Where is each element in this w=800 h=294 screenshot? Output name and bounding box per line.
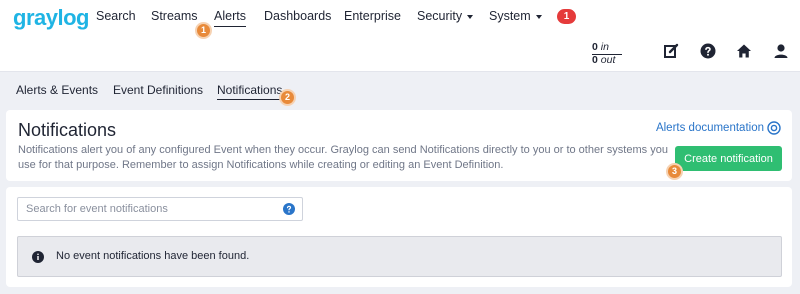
step-marker-3: 3 [666, 163, 683, 180]
home-icon[interactable] [736, 43, 752, 59]
empty-state-alert: No event notifications have been found. [17, 236, 782, 277]
throughput-in-label: in [600, 41, 609, 53]
top-navbar: graylog Search Streams Alerts Dashboards… [0, 0, 800, 72]
page-title: Notifications [18, 120, 117, 140]
nav-item-enterprise[interactable]: Enterprise [344, 9, 401, 23]
chevron-down-icon [535, 14, 542, 19]
subnav-item-alerts-events[interactable]: Alerts & Events [16, 83, 98, 97]
chevron-down-icon [467, 14, 474, 19]
subnav-item-notifications[interactable]: Notifications [217, 83, 283, 100]
subnav-item-event-definitions[interactable]: Event Definitions [113, 83, 203, 97]
step-marker-2: 2 [279, 89, 296, 106]
nav-item-streams[interactable]: Streams [151, 9, 198, 23]
nav-item-search[interactable]: Search [96, 9, 136, 23]
notifications-list-panel: No event notifications have been found. [6, 187, 792, 287]
search-box [17, 197, 303, 221]
throughput-in-value: 0 [592, 41, 598, 53]
help-icon[interactable] [700, 43, 716, 59]
edit-icon[interactable] [663, 43, 679, 59]
graylog-logo[interactable]: graylog [13, 5, 89, 31]
lifebuoy-icon[interactable] [767, 121, 781, 135]
empty-state-message: No event notifications have been found. [56, 250, 250, 262]
notification-count-badge[interactable]: 1 [557, 9, 576, 24]
nav-item-dashboards[interactable]: Dashboards [264, 9, 331, 23]
step-marker-1: 1 [195, 22, 212, 39]
throughput-indicator[interactable]: 0 in 0 out [592, 42, 622, 66]
page-description: Notifications alert you of any configure… [18, 144, 668, 171]
user-icon[interactable] [773, 43, 789, 59]
nav-item-security[interactable]: Security [417, 9, 474, 23]
alerts-documentation-link[interactable]: Alerts documentation [656, 122, 764, 134]
page-header: Notifications Notifications alert you of… [6, 110, 792, 181]
create-notification-button[interactable]: Create notification [675, 146, 782, 171]
throughput-out-label: out [600, 54, 616, 66]
throughput-out-value: 0 [592, 54, 598, 66]
question-circle-icon[interactable] [283, 203, 295, 215]
nav-item-security-label: Security [417, 9, 463, 23]
alerts-subnav: Alerts & Events Event Definitions Notifi… [0, 72, 800, 108]
info-icon [32, 251, 44, 263]
nav-item-alerts[interactable]: Alerts [214, 9, 246, 27]
nav-item-system-label: System [489, 9, 531, 23]
search-input[interactable] [26, 201, 276, 217]
nav-item-system[interactable]: System [489, 9, 542, 23]
